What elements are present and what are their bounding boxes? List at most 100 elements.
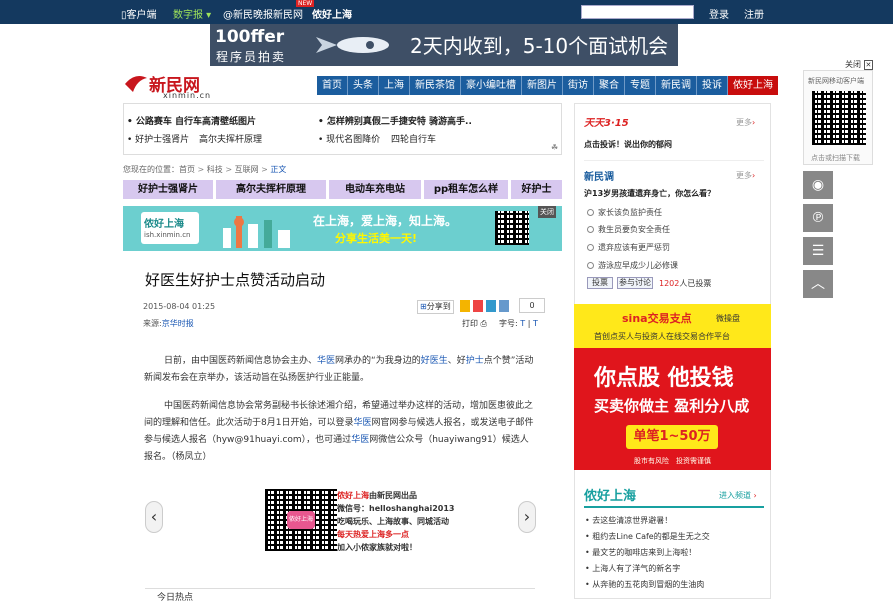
ad-cta-button[interactable]: 单笔1~50万 bbox=[626, 425, 718, 449]
news-item[interactable]: • 最文艺的咖啡店来到上海啦！ bbox=[585, 547, 696, 558]
hello-shanghai-title: 侬好上海 bbox=[584, 489, 637, 504]
news-item[interactable]: • 粗约去Line Cafe的都是生无之交 bbox=[585, 531, 710, 542]
nav-item[interactable]: 头条 bbox=[348, 76, 379, 95]
nav-item[interactable]: 豪小编吐槽 bbox=[461, 76, 522, 95]
share-weibo-icon[interactable] bbox=[473, 300, 483, 312]
ad-close-button[interactable]: 关闭 bbox=[538, 206, 556, 218]
ad-line2: 买卖你做主 盈利分八成 bbox=[594, 397, 750, 415]
next-arrow-button[interactable]: › bbox=[518, 501, 536, 533]
rocket-icon bbox=[308, 32, 398, 58]
survey-option[interactable]: 游泳应早成少儿必修课 bbox=[587, 260, 678, 271]
weibo-icon[interactable]: ◉ bbox=[803, 171, 833, 199]
client-download-box[interactable]: 新民网移动客户端 点击或扫描下载 bbox=[803, 70, 873, 165]
top-link[interactable]: • 现代名图降价 bbox=[318, 132, 380, 145]
weibo-link[interactable]: @新民晚报新民网 bbox=[223, 6, 303, 21]
nav-item[interactable]: 上海 bbox=[379, 76, 410, 95]
nav-item[interactable]: 新图片 bbox=[522, 76, 563, 95]
keyword-link[interactable]: 华医 bbox=[353, 418, 371, 428]
news-item[interactable]: • 去这些清凉世界避暑！ bbox=[585, 515, 672, 526]
search-input[interactable] bbox=[581, 5, 694, 19]
nav-item[interactable]: 新民调 bbox=[656, 76, 697, 95]
share-qzone-icon[interactable] bbox=[460, 300, 470, 312]
vote-button[interactable]: 投票 bbox=[587, 277, 613, 289]
top-link[interactable]: • 好护士强肾片 bbox=[127, 132, 189, 145]
offer-banner-ad[interactable]: 100ffer 程序员拍卖 2天内收到，5-10个面试机会 bbox=[210, 24, 678, 66]
nav-item[interactable]: 首页 bbox=[317, 76, 348, 95]
main-nav: 首页 头条 上海 新民茶馆 豪小编吐槽 新图片 街访 聚合 专题 新民调 投诉 … bbox=[317, 76, 778, 95]
breadcrumb-sep: > bbox=[261, 165, 268, 174]
nav-item[interactable]: 聚合 bbox=[594, 76, 625, 95]
print-label: 打印 bbox=[462, 319, 478, 328]
top-link[interactable]: 四轮自行车 bbox=[391, 132, 436, 145]
keyword-tab[interactable]: 好护士 bbox=[511, 180, 562, 199]
login-link[interactable]: 登录 bbox=[709, 6, 729, 21]
breadcrumb-prefix: 您现在的位置： bbox=[123, 165, 179, 174]
more-link[interactable]: 更多› bbox=[736, 170, 755, 181]
share-button[interactable]: ⊞分享到 bbox=[417, 300, 454, 314]
article-date: 2015-08-04 01:25 bbox=[143, 302, 216, 311]
hello-shanghai-ad[interactable]: 侬好上海 ish.xinmin.cn 在上海，爱上海，知上海。 分享生活美一天!… bbox=[123, 206, 562, 251]
share-label: 分享到 bbox=[426, 302, 451, 311]
ad-line1: 你点股 他投钱 bbox=[594, 366, 734, 391]
keyword-link[interactable]: 华医 bbox=[317, 356, 335, 366]
font-size-small[interactable]: T bbox=[533, 319, 538, 328]
discuss-button[interactable]: 参与讨论 bbox=[617, 277, 653, 289]
option-label: 遗弃应该有更严惩罚 bbox=[598, 243, 670, 252]
option-label: 救生员要负安全责任 bbox=[598, 225, 670, 234]
promo-qr-code: 侬好上海 bbox=[265, 489, 337, 551]
survey-option[interactable]: 家长该负监护责任 bbox=[587, 207, 662, 218]
hello-shanghai-link[interactable]: 侬好上海 bbox=[312, 6, 352, 21]
float-close-button[interactable]: 关闭 ✕ bbox=[845, 59, 874, 70]
client-label: 客户端 bbox=[126, 10, 157, 21]
news-label: 去这些清凉世界避暑！ bbox=[592, 516, 673, 525]
xinmin-logo[interactable]: 新民网 xinmin.cn bbox=[123, 70, 213, 102]
keyword-tab[interactable]: pp租车怎么样 bbox=[424, 180, 508, 199]
news-item[interactable]: • 从奔驰的五花肉到冒烟的生油肉 bbox=[585, 579, 704, 590]
top-link[interactable]: • 公路赛车 自行车高清壁纸图片 bbox=[127, 114, 256, 127]
sina-ad-header[interactable]: sina交易支点 微操盘 首创点买人与投资人在线交易合作平台 bbox=[574, 304, 771, 348]
promo-source: 由新民网出品 bbox=[369, 491, 417, 500]
print-button[interactable]: 打印 ⎙ bbox=[462, 318, 487, 329]
keyword-link[interactable]: 护士 bbox=[466, 356, 484, 366]
text-run: 日前，由中国医药新闻信息协会主办、 bbox=[164, 356, 318, 366]
divider bbox=[584, 506, 764, 508]
nav-item-hello-shanghai[interactable]: 侬好上海 bbox=[728, 76, 778, 95]
top-link[interactable]: 高尔夫挥杆原理 bbox=[199, 132, 262, 145]
divider bbox=[145, 588, 535, 589]
stock-ad[interactable]: 你点股 他投钱 买卖你做主 盈利分八成 单笔1~50万 股市有风险 投资需谨慎 bbox=[574, 348, 771, 470]
keyword-tab[interactable]: 高尔夫挥杆原理 bbox=[216, 180, 326, 199]
top-link[interactable]: • 怎样辨别真假二手捷安特 骑游高手.. bbox=[318, 114, 472, 127]
keyword-tab[interactable]: 好护士强肾片 bbox=[123, 180, 213, 199]
digital-link[interactable]: 数字报 ▾ bbox=[173, 6, 211, 21]
survey-option[interactable]: 遗弃应该有更严惩罚 bbox=[587, 242, 670, 253]
more-link[interactable]: 更多› bbox=[736, 117, 755, 128]
breadcrumb-item[interactable]: 互联网 bbox=[235, 165, 259, 174]
complain-link[interactable]: 点击投诉！说出你的郁闷 bbox=[584, 139, 672, 150]
back-to-top-icon[interactable]: ︿ bbox=[803, 270, 833, 298]
nav-item[interactable]: 专题 bbox=[625, 76, 656, 95]
keyword-link[interactable]: 好医生 bbox=[421, 356, 448, 366]
share-paw-icon[interactable] bbox=[486, 300, 496, 312]
client-link[interactable]: ▯客户端 bbox=[121, 6, 157, 21]
breadcrumb-item[interactable]: 科技 bbox=[207, 165, 223, 174]
source-link[interactable]: 京华时报 bbox=[162, 319, 194, 328]
nav-item[interactable]: 街访 bbox=[563, 76, 594, 95]
nav-item[interactable]: 新民茶馆 bbox=[410, 76, 461, 95]
top-link-label: 现代名图降价 bbox=[326, 135, 381, 145]
nav-item[interactable]: 投诉 bbox=[697, 76, 728, 95]
article-title: 好医生好护士点赞活动启动 bbox=[145, 271, 326, 289]
prev-arrow-button[interactable]: ‹ bbox=[145, 501, 163, 533]
ad-footer: 股市有风险 投资需谨慎 bbox=[634, 456, 711, 466]
news-item[interactable]: • 上海人有了洋气的新名字 bbox=[585, 563, 680, 574]
breadcrumb-item[interactable]: 首页 bbox=[179, 165, 195, 174]
enter-channel-link[interactable]: 进入频道 › bbox=[719, 490, 757, 501]
tencent-weibo-icon[interactable]: ℗ bbox=[803, 204, 833, 232]
share-more-icon[interactable] bbox=[499, 300, 509, 312]
keyword-link[interactable]: 华医 bbox=[351, 435, 369, 445]
comment-icon[interactable]: ☰ bbox=[803, 237, 833, 265]
survey-option[interactable]: 救生员要负安全责任 bbox=[587, 224, 670, 235]
register-link[interactable]: 注册 bbox=[744, 6, 764, 21]
font-size-large[interactable]: T bbox=[520, 319, 525, 328]
keyword-tab[interactable]: 电动车充电站 bbox=[329, 180, 421, 199]
ad-foot-2: 投资需谨慎 bbox=[676, 457, 711, 465]
